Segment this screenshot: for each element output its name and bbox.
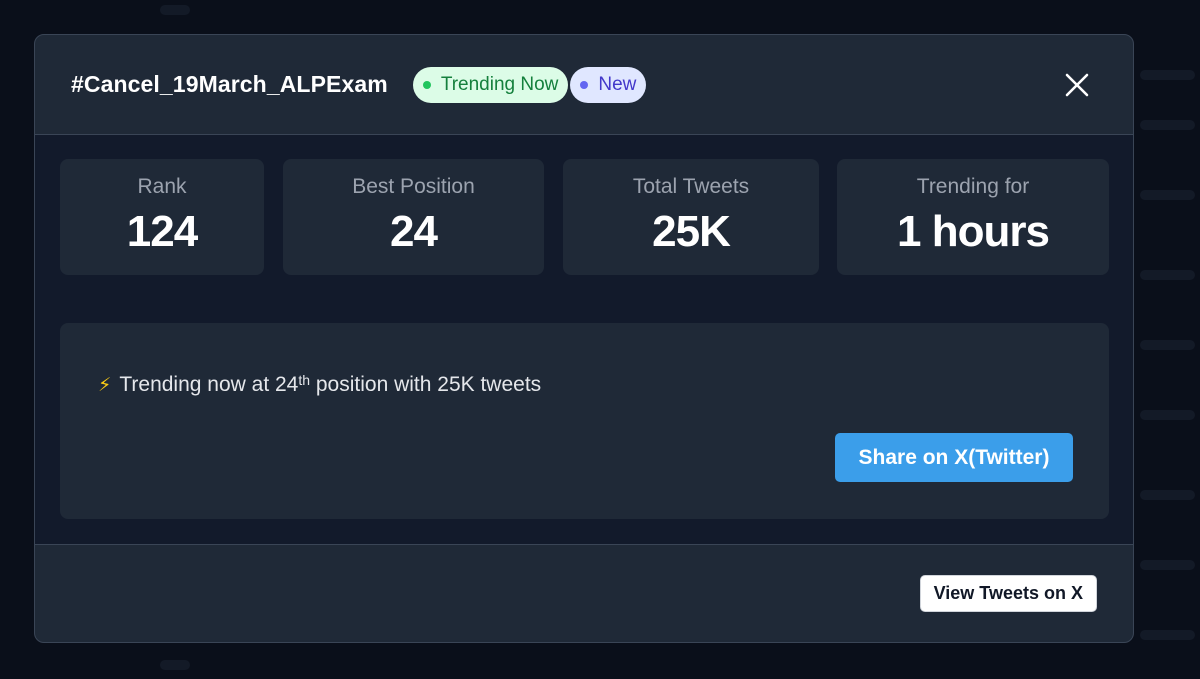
background-text [1140, 270, 1195, 280]
background-text [1140, 630, 1195, 640]
stat-value: 1 hours [897, 207, 1050, 256]
ordinal-suffix: th [298, 372, 311, 388]
trend-details-modal: #Cancel_19March_ALPExam Trending Now New… [34, 34, 1134, 643]
modal-body: Rank 124 Best Position 24 Total Tweets 2… [35, 135, 1133, 545]
lightning-bolt-icon: ⚡ [98, 375, 112, 396]
summary-suffix: position with 25K tweets [310, 373, 542, 396]
background-text [1140, 490, 1195, 500]
status-dot-icon [580, 80, 589, 89]
background-text [160, 660, 190, 670]
share-panel: ⚡ Trending now at 24th position with 25K… [60, 323, 1109, 519]
stat-label: Total Tweets [632, 175, 750, 198]
background-text [1140, 70, 1195, 80]
stat-value: 124 [126, 207, 198, 256]
modal-header: #Cancel_19March_ALPExam Trending Now New [35, 35, 1133, 135]
close-button[interactable] [1061, 69, 1093, 101]
stat-card-best-position: Best Position 24 [283, 159, 544, 275]
background-text [1140, 190, 1195, 200]
new-badge: New [570, 66, 647, 103]
stat-label: Best Position [352, 175, 475, 198]
trending-summary: ⚡ Trending now at 24th position with 25K… [98, 372, 542, 397]
share-on-x-button[interactable]: Share on X(Twitter) [835, 433, 1073, 482]
trending-now-label: Trending Now [440, 73, 559, 95]
stat-card-total-tweets: Total Tweets 25K [563, 159, 819, 275]
stat-card-trending-for: Trending for 1 hours [837, 159, 1109, 275]
trending-now-badge: Trending Now [412, 66, 569, 103]
status-dot-icon [422, 80, 431, 89]
background-text [1140, 560, 1195, 570]
stat-label: Rank [137, 175, 187, 198]
stat-label: Trending for [916, 175, 1030, 198]
hashtag-title: #Cancel_19March_ALPExam [71, 71, 388, 97]
summary-prefix: Trending now at 24 [119, 373, 299, 396]
close-icon [1065, 73, 1089, 97]
view-tweets-button[interactable]: View Tweets on X [919, 575, 1097, 612]
background-text [1140, 120, 1195, 130]
stat-value: 24 [390, 207, 438, 256]
stat-value: 25K [652, 207, 731, 256]
background-text [1140, 410, 1195, 420]
modal-footer: View Tweets on X [35, 545, 1133, 642]
new-label: New [598, 73, 637, 95]
background-text [1140, 340, 1195, 350]
background-text [160, 5, 190, 15]
stat-card-rank: Rank 124 [60, 159, 264, 275]
